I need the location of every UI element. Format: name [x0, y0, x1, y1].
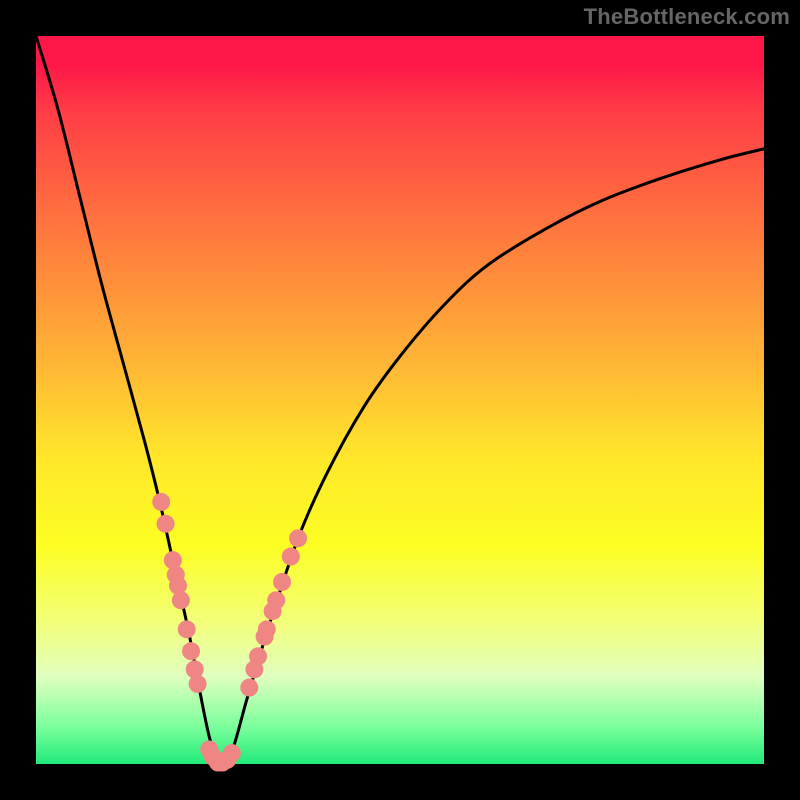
- chart-canvas: TheBottleneck.com: [0, 0, 800, 800]
- plot-gradient-background: [36, 36, 764, 764]
- watermark-text: TheBottleneck.com: [584, 4, 790, 30]
